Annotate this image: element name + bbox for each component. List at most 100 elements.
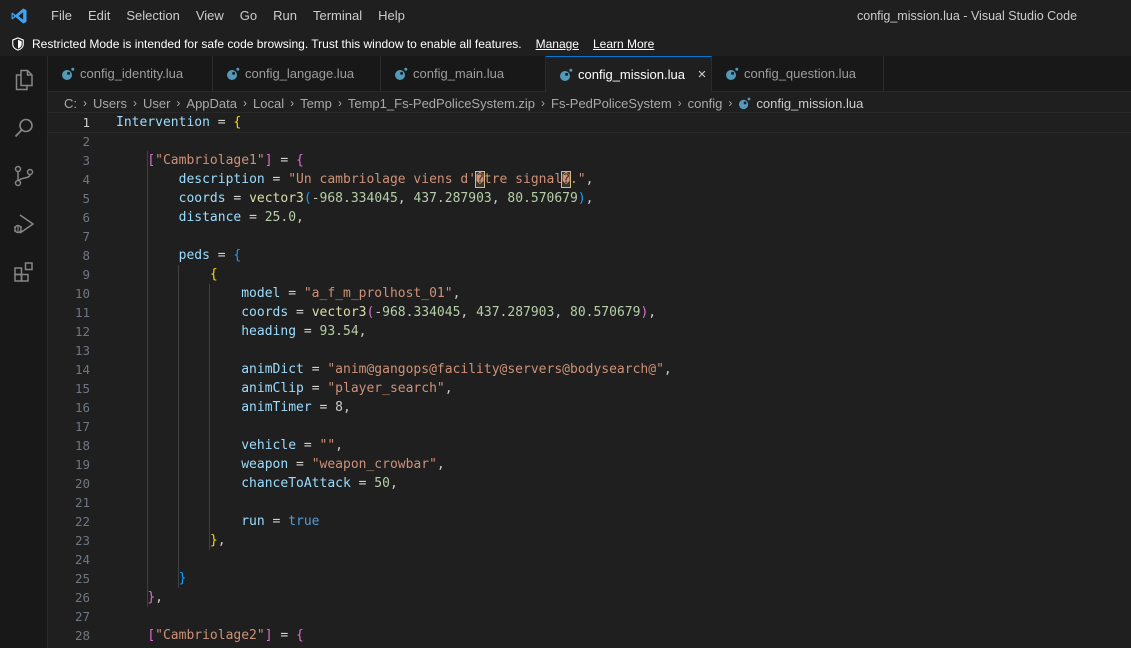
line-number: 26 — [74, 590, 90, 605]
code-line[interactable]: 2 — [48, 132, 1131, 151]
code-line[interactable]: 16 animTimer = 8, — [48, 398, 1131, 417]
code-line[interactable]: 9 { — [48, 265, 1131, 284]
chevron-right-icon: › — [677, 96, 682, 110]
source-control-icon[interactable] — [12, 164, 36, 188]
breadcrumb-item[interactable]: C: — [64, 96, 77, 111]
breadcrumb-item[interactable]: Fs-PedPoliceSystem — [551, 96, 672, 111]
breadcrumb-item[interactable]: User — [143, 96, 170, 111]
line-number: 15 — [74, 381, 90, 396]
code-line[interactable]: 6 distance = 25.0, — [48, 208, 1131, 227]
code-line[interactable]: 3 ["Cambriolage1"] = { — [48, 151, 1131, 170]
tab-label: config_mission.lua — [578, 67, 685, 82]
chevron-right-icon: › — [290, 96, 295, 110]
title-bar: File Edit Selection View Go Run Terminal Help c… — [0, 0, 1131, 32]
line-number: 28 — [74, 628, 90, 643]
lua-file-icon — [227, 67, 240, 80]
vscode-logo-icon — [11, 8, 27, 24]
menu-item-terminal[interactable]: Terminal — [305, 0, 370, 32]
code-line[interactable]: 5 coords = vector3(-968.334045, 437.2879… — [48, 189, 1131, 208]
menu-item-file[interactable]: File — [43, 0, 80, 32]
line-number: 8 — [82, 248, 90, 263]
code-line[interactable]: 7 — [48, 227, 1131, 246]
menu-item-run[interactable]: Run — [265, 0, 305, 32]
code-line[interactable]: 1 Intervention = { — [47, 112, 1131, 133]
menu-item-help[interactable]: Help — [370, 0, 413, 32]
code-line[interactable]: 10 model = "a_f_m_prolhost_01", — [48, 284, 1131, 303]
breadcrumb-item[interactable]: Users — [93, 96, 127, 111]
manage-link[interactable]: Manage — [536, 37, 579, 51]
breadcrumb-item[interactable]: Temp — [300, 96, 332, 111]
breadcrumb-item[interactable]: Local — [253, 96, 284, 111]
breadcrumb-item[interactable]: config — [688, 96, 723, 111]
code-text: ["Cambriolage2"] = { — [147, 628, 304, 643]
line-number: 21 — [74, 495, 90, 510]
line-number: 13 — [74, 343, 90, 358]
code-line[interactable]: 11 coords = vector3(-968.334045, 437.287… — [48, 303, 1131, 322]
lua-file-icon — [395, 67, 408, 80]
code-editor[interactable]: 1 Intervention = {2 3 ["Cambriolage1"] = {… — [47, 112, 1131, 648]
run-debug-icon[interactable] — [12, 212, 36, 236]
code-text: }, — [209, 533, 226, 548]
code-line[interactable]: 20 chanceToAttack = 50, — [48, 474, 1131, 493]
chevron-right-icon: › — [243, 96, 247, 110]
code-line[interactable]: 28 ["Cambriolage2"] = { — [48, 626, 1131, 645]
line-number: 23 — [74, 533, 90, 548]
code-text: animDict = "anim@gangops@facility@server… — [241, 362, 672, 377]
close-icon[interactable]: × — [694, 66, 710, 83]
line-number: 14 — [74, 362, 90, 377]
chevron-right-icon: › — [83, 96, 87, 110]
code-line[interactable]: 21 — [48, 493, 1131, 512]
code-line[interactable]: 19 weapon = "weapon_crowbar", — [48, 455, 1131, 474]
code-line[interactable]: 25 } — [48, 569, 1131, 588]
menu-item-edit[interactable]: Edit — [80, 0, 118, 32]
code-text: weapon = "weapon_crowbar", — [241, 457, 445, 472]
explorer-icon[interactable] — [12, 68, 36, 92]
learn-more-link[interactable]: Learn More — [593, 37, 654, 51]
breadcrumb-item[interactable]: config_mission.lua — [756, 96, 863, 111]
code-text: vehicle = "", — [241, 438, 343, 453]
code-text: description = "Un cambriolage viens d'�t… — [178, 171, 594, 188]
code-line[interactable]: 26 }, — [48, 588, 1131, 607]
code-line[interactable]: 18 vehicle = "", — [48, 436, 1131, 455]
code-line[interactable]: 24 — [48, 550, 1131, 569]
lua-file-icon — [62, 67, 75, 80]
breadcrumb-item[interactable]: AppData — [186, 96, 237, 111]
code-text: peds = { — [178, 248, 242, 263]
chevron-right-icon: › — [132, 96, 137, 110]
extensions-icon[interactable] — [12, 260, 36, 284]
code-line[interactable]: 4 description = "Un cambriolage viens d'… — [48, 170, 1131, 189]
code-text: } — [178, 571, 187, 586]
code-line[interactable]: 13 — [48, 341, 1131, 360]
code-line[interactable]: 17 — [48, 417, 1131, 436]
line-number: 22 — [74, 514, 90, 529]
line-number: 20 — [74, 476, 90, 491]
code-line[interactable]: 12 heading = 93.54, — [48, 322, 1131, 341]
tab-config-mission[interactable]: config_mission.lua × — [546, 56, 712, 92]
tab-config-identity[interactable]: config_identity.lua — [48, 56, 213, 91]
editor-tabs: config_identity.lua config_langage.lua con… — [48, 56, 1131, 92]
tab-config-langage[interactable]: config_langage.lua — [213, 56, 381, 91]
search-icon[interactable] — [12, 116, 36, 140]
tab-config-main[interactable]: config_main.lua — [381, 56, 546, 91]
code-line[interactable]: 8 peds = { — [48, 246, 1131, 265]
tab-config-question[interactable]: config_question.lua — [712, 56, 884, 91]
code-text: Intervention = { — [116, 115, 242, 130]
line-number: 19 — [74, 457, 90, 472]
menu-item-selection[interactable]: Selection — [118, 0, 187, 32]
code-line[interactable]: 22 run = true — [48, 512, 1131, 531]
tab-label: config_langage.lua — [245, 66, 355, 81]
code-line[interactable]: 15 animClip = "player_search", — [48, 379, 1131, 398]
code-line[interactable]: 23 }, — [48, 531, 1131, 550]
code-line[interactable]: 14 animDict = "anim@gangops@facility@ser… — [48, 360, 1131, 379]
tab-label: config_identity.lua — [80, 66, 184, 81]
code-text: animTimer = 8, — [241, 400, 351, 415]
breadcrumb-item[interactable]: Temp1_Fs-PedPoliceSystem.zip — [348, 96, 535, 111]
menu-item-go[interactable]: Go — [232, 0, 265, 32]
menu-item-view[interactable]: View — [188, 0, 232, 32]
line-number: 10 — [74, 286, 90, 301]
code-line[interactable]: 27 — [48, 607, 1131, 626]
code-text: heading = 93.54, — [241, 324, 367, 339]
chevron-right-icon: › — [541, 96, 546, 110]
code-text: chanceToAttack = 50, — [241, 476, 398, 491]
line-number: 9 — [82, 267, 90, 282]
